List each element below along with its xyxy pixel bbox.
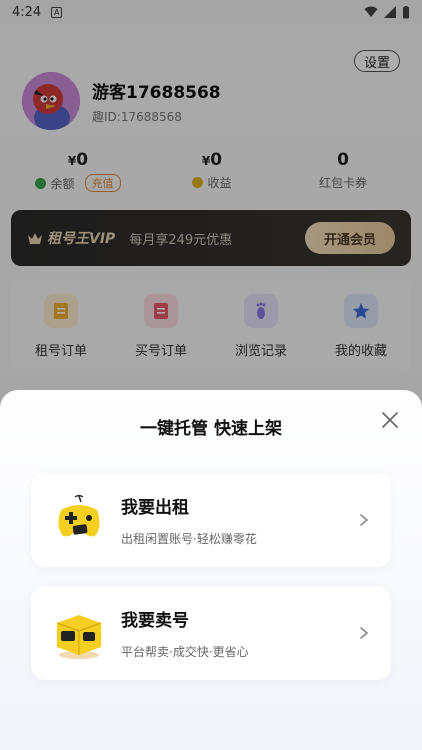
- gamepad-icon: [58, 494, 100, 537]
- option-subtitle: 出租闲置账号·轻松赚零花: [121, 532, 257, 546]
- publish-bottom-sheet: 一键托管 快速上架 我要出租 出租闲置账号·轻松赚零花 我要卖号 平台帮卖·成交…: [0, 390, 422, 750]
- rent-out-option[interactable]: 我要出租 出租闲置账号·轻松赚零花: [31, 473, 391, 567]
- chevron-right-icon: [360, 514, 369, 526]
- option-title: 我要卖号: [121, 611, 189, 631]
- option-subtitle: 平台帮卖·成交快·更省心: [121, 645, 249, 659]
- option-title: 我要出租: [121, 498, 189, 518]
- sell-account-option[interactable]: 我要卖号 平台帮卖·成交快·更省心: [31, 586, 391, 680]
- close-icon[interactable]: [380, 410, 400, 430]
- chevron-right-icon: [360, 627, 369, 639]
- sheet-title: 一键托管 快速上架: [140, 419, 282, 439]
- box-icon: [56, 615, 102, 659]
